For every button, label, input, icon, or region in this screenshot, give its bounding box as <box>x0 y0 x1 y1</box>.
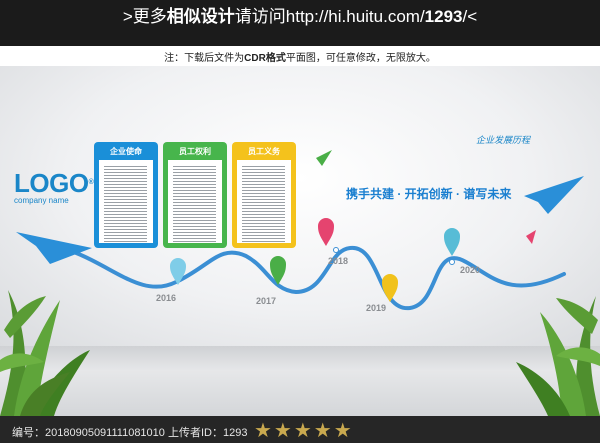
timeline-pin-2019[interactable] <box>382 274 398 302</box>
year-label-2020: 2020 <box>460 265 481 275</box>
left-flag-shape <box>16 232 92 264</box>
panel-mission[interactable]: 企业使命 <box>94 142 158 248</box>
timeline-pin-2018[interactable] <box>318 218 334 246</box>
year-label-2018: 2018 <box>328 256 349 266</box>
logo-registered-mark: ® <box>88 179 94 186</box>
decor-layer <box>0 150 600 416</box>
logo-text: LOGO <box>14 168 89 198</box>
timeline-pin-2020[interactable] <box>444 228 460 256</box>
panel-title: 企业使命 <box>110 147 142 156</box>
panel-title: 员工义务 <box>248 147 280 156</box>
panel-body-text <box>99 160 153 243</box>
timeline-dot <box>333 247 339 253</box>
panel-title: 员工权利 <box>179 147 211 156</box>
timeline-dot <box>449 259 455 265</box>
company-logo: LOGO® company name <box>14 168 94 205</box>
slogan-text: 携手共建 · 开拓创新 · 谱写未来 <box>346 187 512 201</box>
year-label-2019: 2019 <box>366 303 387 313</box>
panel-body-text <box>168 160 222 243</box>
panel-body-text <box>237 160 291 243</box>
timeline-curve <box>60 245 566 311</box>
footer-id-text: 编号：20180905091111081010 上传者ID：1293 <box>12 427 248 439</box>
year-label-2017: 2017 <box>256 296 277 306</box>
right-flag-shape <box>524 176 584 214</box>
page: >更多相似设计请访问http://hi.huitu.com/1293/< 注：下… <box>0 0 600 443</box>
panel-duties[interactable]: 员工义务 <box>232 142 296 248</box>
panel-rights[interactable]: 员工权利 <box>163 142 227 248</box>
history-title: 企业发展历程 <box>476 135 531 145</box>
green-triangle-shape <box>316 150 332 166</box>
left-plant-decoration <box>0 290 90 416</box>
right-plant-decoration <box>516 296 600 416</box>
pink-triangle-shape <box>526 230 536 244</box>
rating-stars: ★★★★★ <box>254 420 354 442</box>
timeline-pin-2016[interactable] <box>170 258 186 285</box>
year-label-2016: 2016 <box>156 293 177 303</box>
footer-bar: 编号：20180905091111081010 上传者ID：1293 ★★★★★ <box>0 416 600 443</box>
